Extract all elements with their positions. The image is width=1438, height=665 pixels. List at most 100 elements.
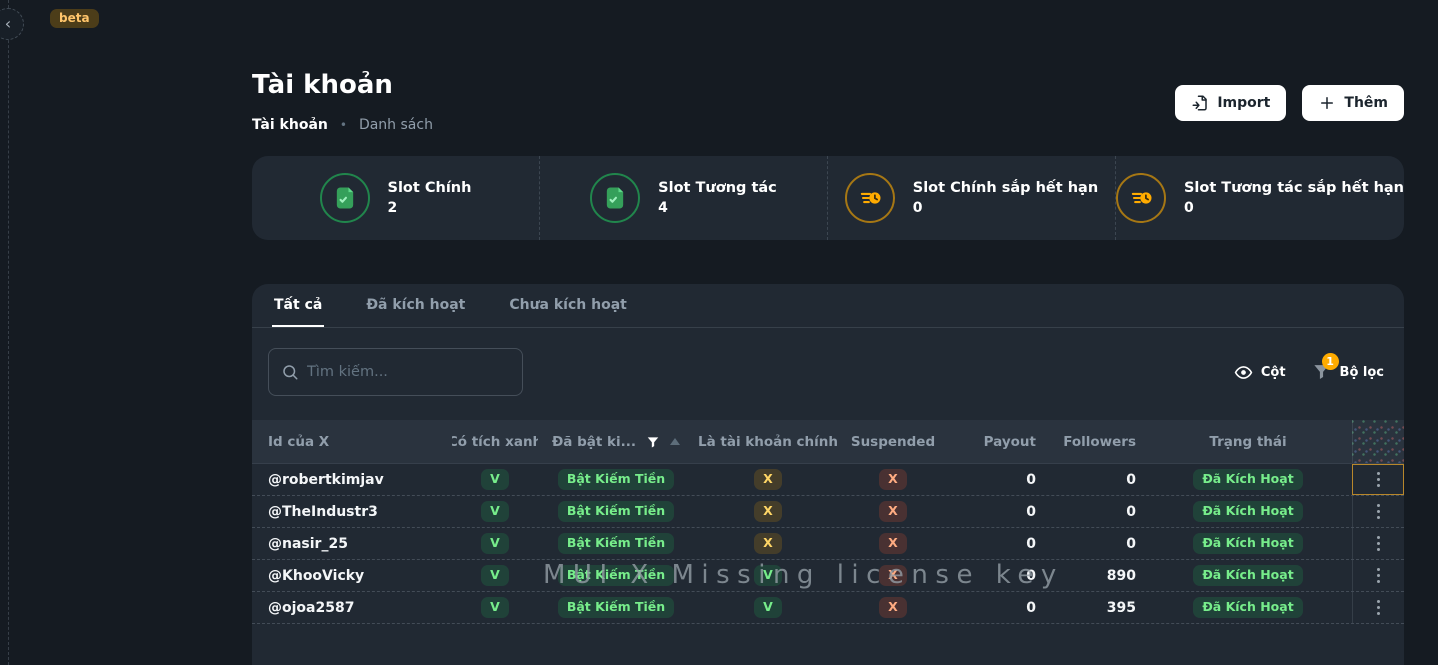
main-account-badge: X — [754, 469, 782, 491]
verified-badge: V — [481, 565, 509, 587]
row-menu-kebab-icon[interactable] — [1371, 500, 1387, 524]
sidebar-divider — [8, 0, 9, 665]
row-menu-kebab-icon[interactable] — [1371, 564, 1387, 588]
column-filter-icon[interactable] — [646, 435, 660, 449]
monetize-badge: Bật Kiếm Tiền — [558, 469, 674, 491]
column-header-followers[interactable]: Followers — [1044, 420, 1144, 463]
stat-card-slot-chinh-expiring: Slot Chính sắp hết hạn 0 — [827, 156, 1115, 240]
row-actions-cell[interactable] — [1352, 464, 1404, 495]
monetize-badge: Bật Kiếm Tiền — [558, 565, 674, 587]
import-button[interactable]: Import — [1175, 85, 1286, 121]
table-row[interactable]: @KhooVicky V Bật Kiếm Tiền V X 0 890 Đã … — [252, 560, 1404, 592]
cell-payout: 0 — [944, 592, 1044, 623]
plus-icon — [1318, 94, 1336, 112]
cell-followers: 395 — [1044, 592, 1144, 623]
breadcrumb-current: Danh sách — [359, 117, 433, 133]
breadcrumb-separator: • — [340, 118, 347, 132]
stat-label: Slot Tương tác sắp hết hạn — [1184, 180, 1404, 196]
columns-button-label: Cột — [1261, 365, 1286, 380]
suspended-badge: X — [879, 533, 907, 555]
cell-x-id: @KhooVicky — [252, 560, 452, 591]
row-actions-cell[interactable] — [1352, 592, 1404, 623]
filter-button[interactable]: 1 Bộ lọc — [1312, 362, 1384, 382]
cell-x-id: @TheIndustr3 — [252, 496, 452, 527]
tabs: Tất cả Đã kích hoạt Chưa kích hoạt — [252, 284, 1404, 328]
tab-not-activated[interactable]: Chưa kích hoạt — [507, 297, 629, 327]
stat-value: 4 — [658, 200, 777, 216]
document-check-icon — [320, 173, 370, 223]
table-row[interactable]: @TheIndustr3 V Bật Kiếm Tiền X X 0 0 Đã … — [252, 496, 1404, 528]
row-actions-cell[interactable] — [1352, 496, 1404, 527]
table-row[interactable]: @ojoa2587 V Bật Kiếm Tiền V X 0 395 Đã K… — [252, 592, 1404, 624]
cell-x-id: @ojoa2587 — [252, 592, 452, 623]
add-button[interactable]: Thêm — [1302, 85, 1404, 121]
row-menu-kebab-icon[interactable] — [1371, 468, 1387, 492]
filter-button-label: Bộ lọc — [1340, 365, 1384, 380]
stat-value: 0 — [1184, 200, 1404, 216]
row-menu-kebab-icon[interactable] — [1371, 596, 1387, 620]
suspended-badge: X — [879, 597, 907, 619]
cell-followers: 0 — [1044, 528, 1144, 559]
file-import-icon — [1191, 94, 1209, 112]
verified-badge: V — [481, 597, 509, 619]
breadcrumb-root[interactable]: Tài khoản — [252, 117, 328, 133]
stat-label: Slot Tương tác — [658, 180, 777, 196]
column-header-verified[interactable]: Có tích xanh — [452, 420, 538, 463]
stat-value: 2 — [388, 200, 472, 216]
suspended-badge: X — [879, 469, 907, 491]
sidebar-collapse-button[interactable]: ‹ — [0, 8, 24, 40]
status-badge: Đã Kích Hoạt — [1193, 501, 1302, 523]
table-row[interactable]: @robertkimjav V Bật Kiếm Tiền X X 0 0 Đã… — [252, 464, 1404, 496]
cell-payout: 0 — [944, 496, 1044, 527]
search-input[interactable] — [307, 364, 510, 380]
row-actions-cell[interactable] — [1352, 560, 1404, 591]
import-button-label: Import — [1217, 95, 1270, 111]
stat-card-slot-tuong-tac-expiring: Slot Tương tác sắp hết hạn 0 — [1115, 156, 1404, 240]
toolbar-right: Cột 1 Bộ lọc — [1234, 348, 1384, 396]
main-account-badge: X — [754, 501, 782, 523]
table-row[interactable]: @nasir_25 V Bật Kiếm Tiền X X 0 0 Đã Kíc… — [252, 528, 1404, 560]
verified-badge: V — [481, 533, 509, 555]
cell-payout: 0 — [944, 560, 1044, 591]
accounts-table: Id của X Có tích xanh Đã bật ki... Là tà… — [252, 420, 1404, 624]
main-account-badge: V — [754, 565, 782, 587]
suspended-badge: X — [879, 565, 907, 587]
monetize-badge: Bật Kiếm Tiền — [558, 597, 674, 619]
eye-icon — [1234, 363, 1253, 382]
table-toolbar: Cột 1 Bộ lọc — [252, 348, 1404, 396]
clock-expiring-icon — [1116, 173, 1166, 223]
table-header-row: Id của X Có tích xanh Đã bật ki... Là tà… — [252, 420, 1404, 464]
filter-count-badge: 1 — [1322, 353, 1339, 370]
status-badge: Đã Kích Hoạt — [1193, 469, 1302, 491]
column-header-suspended[interactable]: Suspended — [842, 420, 944, 463]
stat-label: Slot Chính sắp hết hạn — [913, 180, 1098, 196]
main-account-badge: V — [754, 597, 782, 619]
column-header-payout[interactable]: Payout — [944, 420, 1044, 463]
beta-badge: beta — [50, 9, 99, 28]
row-actions-cell[interactable] — [1352, 528, 1404, 559]
cell-payout: 0 — [944, 528, 1044, 559]
cell-followers: 0 — [1044, 464, 1144, 495]
column-header-monetize[interactable]: Đã bật ki... — [538, 420, 694, 463]
suspended-badge: X — [879, 501, 907, 523]
columns-button[interactable]: Cột — [1234, 363, 1286, 382]
status-badge: Đã Kích Hoạt — [1193, 597, 1302, 619]
column-header-x-id[interactable]: Id của X — [252, 420, 452, 463]
cell-x-id: @robertkimjav — [252, 464, 452, 495]
row-menu-kebab-icon[interactable] — [1371, 532, 1387, 556]
page: ‹ beta Tài khoản Tài khoản • Danh sách I… — [0, 0, 1438, 665]
accounts-panel: Tất cả Đã kích hoạt Chưa kích hoạt — [252, 284, 1404, 665]
stat-value: 0 — [913, 200, 1098, 216]
document-check-icon — [590, 173, 640, 223]
sort-asc-icon[interactable] — [670, 438, 680, 445]
column-header-main-account[interactable]: Là tài khoản chính — [694, 420, 842, 463]
search-box[interactable] — [268, 348, 523, 396]
tab-all[interactable]: Tất cả — [272, 297, 324, 327]
tab-activated[interactable]: Đã kích hoạt — [364, 297, 467, 327]
header-actions: Import Thêm — [1175, 85, 1404, 121]
cell-followers: 890 — [1044, 560, 1144, 591]
main-account-badge: X — [754, 533, 782, 555]
cell-payout: 0 — [944, 464, 1044, 495]
chevron-left-icon: ‹ — [5, 16, 11, 32]
column-header-status[interactable]: Trạng thái — [1144, 420, 1352, 463]
